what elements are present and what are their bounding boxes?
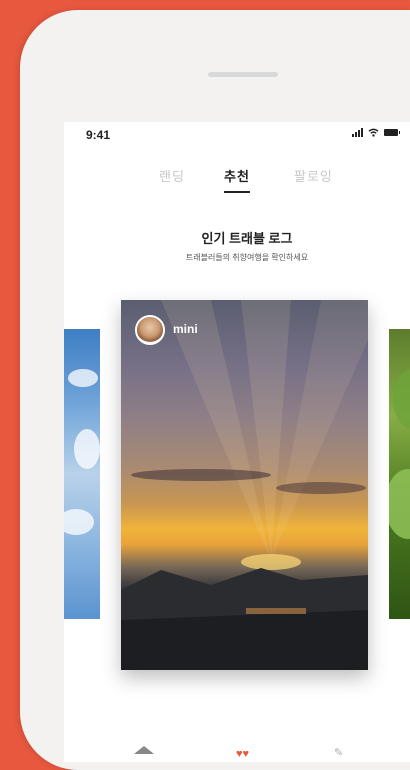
section-subtitle: 트래블러들의 취향여행을 확인하세요 — [185, 253, 309, 262]
signal-icon — [352, 128, 363, 137]
tab-following[interactable]: 팔로잉 — [294, 166, 333, 185]
feed-tabs: 랜딩 추천 팔로잉 — [64, 166, 410, 196]
avatar[interactable] — [135, 315, 165, 345]
active-tab-indicator — [224, 191, 250, 193]
phone-frame: 9:41 랜딩 추천 팔로잉 인기 트래블 로그 트래블러들의 취향여행을 확인… — [20, 10, 410, 770]
travel-log-card[interactable]: mini — [121, 300, 368, 670]
app-screen: 9:41 랜딩 추천 팔로잉 인기 트래블 로그 트래블러들의 취향여행을 확인… — [64, 122, 410, 762]
next-log-card[interactable] — [389, 329, 410, 619]
section-title: 인기 트래블 로그 — [201, 231, 293, 246]
username[interactable]: mini — [173, 322, 198, 336]
status-time: 9:41 — [86, 128, 111, 142]
prev-log-card[interactable] — [64, 329, 100, 619]
pen-icon[interactable]: ✎ — [334, 746, 343, 759]
wifi-icon — [368, 128, 379, 137]
bottom-nav: ♥♥ ✎ — [64, 746, 410, 762]
heart-icon[interactable]: ♥♥ — [236, 748, 249, 760]
tab-landing[interactable]: 랜딩 — [159, 166, 185, 185]
sunset-photo — [121, 300, 368, 670]
tab-recommended[interactable]: 추천 — [224, 166, 250, 185]
status-icons — [352, 128, 400, 137]
home-icon[interactable] — [134, 746, 154, 754]
phone-speaker — [208, 72, 278, 77]
battery-icon — [384, 129, 400, 136]
